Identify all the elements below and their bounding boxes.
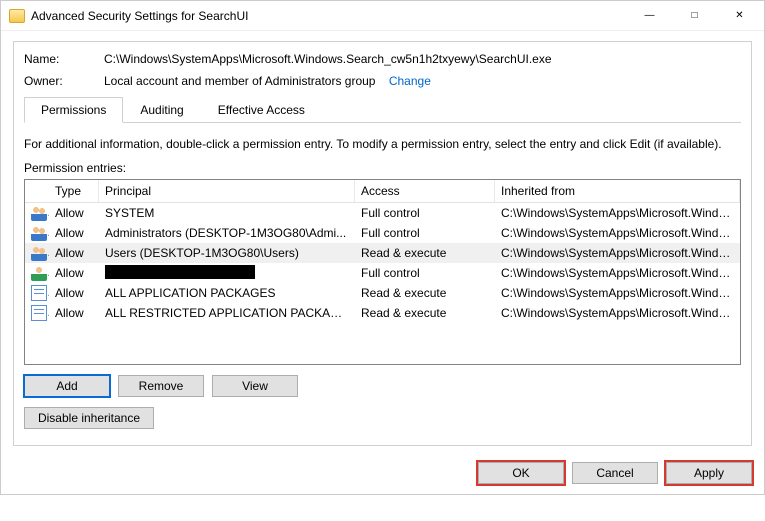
cell-inherited: C:\Windows\SystemApps\Microsoft.Windo... [495,224,740,242]
folder-icon [9,9,25,23]
cell-principal: ALL APPLICATION PACKAGES [99,284,355,302]
cell-principal: ALL RESTRICTED APPLICATION PACKAGES [99,304,355,322]
cell-type: Allow [49,264,99,282]
owner-text: Local account and member of Administrato… [104,74,375,88]
tabs: Permissions Auditing Effective Access [24,96,741,123]
cell-type: Allow [49,204,99,222]
cell-access: Full control [355,224,495,242]
info-text: For additional information, double-click… [24,137,741,151]
cell-inherited: C:\Windows\SystemApps\Microsoft.Windo... [495,304,740,322]
cell-inherited: C:\Windows\SystemApps\Microsoft.Windo... [495,204,740,222]
add-button[interactable]: Add [24,375,110,397]
table-row[interactable]: Allow Users (DESKTOP-1M3OG80\Users) Read… [25,243,740,263]
users-icon [31,245,47,261]
list-header: Type Principal Access Inherited from [25,180,740,203]
col-type-header[interactable]: Type [49,180,99,202]
cell-access: Read & execute [355,304,495,322]
tab-effective-access[interactable]: Effective Access [201,97,322,123]
change-owner-link[interactable]: Change [389,74,431,88]
col-inherited-header[interactable]: Inherited from [495,180,740,202]
close-button[interactable]: ✕ [717,2,762,30]
window-controls: — □ ✕ [627,2,762,30]
window-title: Advanced Security Settings for SearchUI [31,9,627,23]
apply-button[interactable]: Apply [666,462,752,484]
package-icon [31,305,47,321]
name-row: Name: C:\Windows\SystemApps\Microsoft.Wi… [24,52,741,66]
cell-type: Allow [49,304,99,322]
cell-inherited: C:\Windows\SystemApps\Microsoft.Windo... [495,284,740,302]
table-row[interactable]: Allow Administrators (DESKTOP-1M3OG80\Ad… [25,223,740,243]
package-icon [31,285,47,301]
cell-access: Full control [355,204,495,222]
inheritance-row: Disable inheritance [24,407,741,429]
disable-inheritance-button[interactable]: Disable inheritance [24,407,154,429]
col-icon-header [25,180,49,202]
content-inner: Name: C:\Windows\SystemApps\Microsoft.Wi… [13,41,752,446]
cell-inherited: C:\Windows\SystemApps\Microsoft.Windo... [495,264,740,282]
remove-button[interactable]: Remove [118,375,204,397]
table-row[interactable]: Allow ALL APPLICATION PACKAGES Read & ex… [25,283,740,303]
cell-type: Allow [49,244,99,262]
maximize-button[interactable]: □ [672,2,717,30]
cell-type: Allow [49,224,99,242]
titlebar: Advanced Security Settings for SearchUI … [1,1,764,31]
view-button[interactable]: View [212,375,298,397]
name-label: Name: [24,52,104,66]
cell-inherited: C:\Windows\SystemApps\Microsoft.Windo... [495,244,740,262]
cell-access: Read & execute [355,284,495,302]
col-access-header[interactable]: Access [355,180,495,202]
users-icon [31,205,47,221]
minimize-button[interactable]: — [627,2,672,30]
table-row[interactable]: Allow SYSTEM Full control C:\Windows\Sys… [25,203,740,223]
permission-entries-list[interactable]: Type Principal Access Inherited from All… [24,179,741,365]
entries-label: Permission entries: [24,161,741,175]
tab-permissions[interactable]: Permissions [24,97,123,123]
cancel-button[interactable]: Cancel [572,462,658,484]
content-outer: Name: C:\Windows\SystemApps\Microsoft.Wi… [1,31,764,454]
table-row[interactable]: Allow ALL RESTRICTED APPLICATION PACKAGE… [25,303,740,323]
entry-buttons-row: Add Remove View [24,375,741,397]
ok-button[interactable]: OK [478,462,564,484]
users-icon [31,225,47,241]
advanced-security-window: Advanced Security Settings for SearchUI … [0,0,765,495]
user-icon [31,265,47,281]
cell-type: Allow [49,284,99,302]
dialog-footer: OK Cancel Apply [1,454,764,494]
owner-row: Owner: Local account and member of Admin… [24,74,741,88]
table-row[interactable]: Allow Full control C:\Windows\SystemApps… [25,263,740,283]
cell-principal: Users (DESKTOP-1M3OG80\Users) [99,244,355,262]
cell-principal: Administrators (DESKTOP-1M3OG80\Admi... [99,224,355,242]
cell-principal [99,263,355,284]
name-value: C:\Windows\SystemApps\Microsoft.Windows.… [104,52,552,66]
cell-principal: SYSTEM [99,204,355,222]
redacted-principal [105,265,255,279]
col-principal-header[interactable]: Principal [99,180,355,202]
cell-access: Read & execute [355,244,495,262]
tab-auditing[interactable]: Auditing [123,97,200,123]
owner-label: Owner: [24,74,104,88]
cell-access: Full control [355,264,495,282]
owner-value: Local account and member of Administrato… [104,74,431,88]
